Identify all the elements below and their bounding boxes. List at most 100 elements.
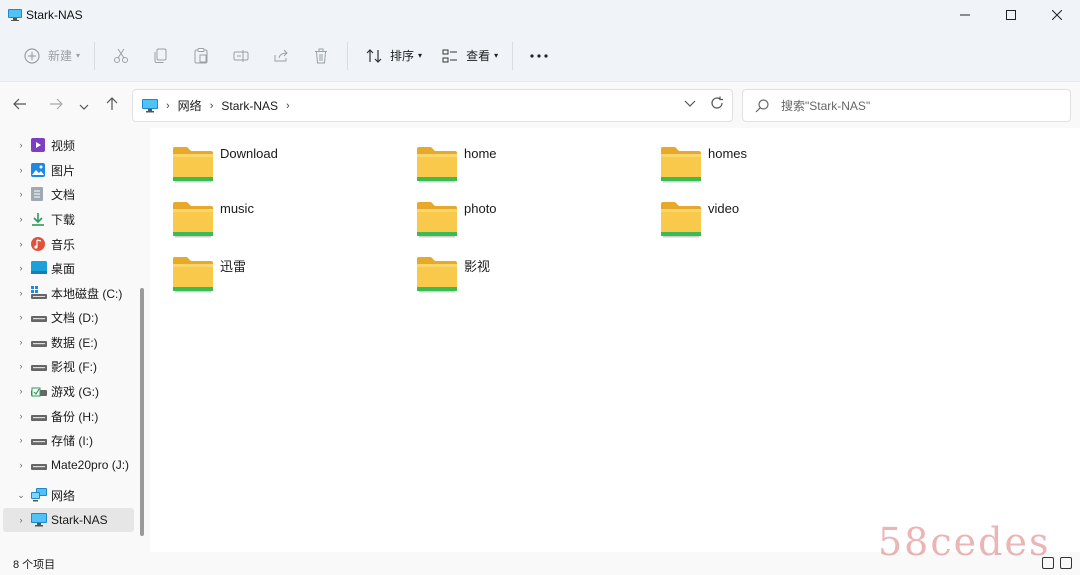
drive-icon: [31, 335, 47, 349]
folder-item[interactable]: Download: [172, 145, 402, 185]
folder-name: music: [220, 201, 254, 216]
chevron-right-icon[interactable]: ›: [14, 386, 28, 396]
chevron-down-icon[interactable]: ⌄: [14, 490, 28, 501]
watermark: 58cedes: [878, 520, 1051, 564]
share-button[interactable]: [261, 40, 301, 72]
chevron-right-icon[interactable]: ›: [14, 515, 28, 525]
minimize-button[interactable]: [942, 0, 988, 30]
chevron-right-icon[interactable]: ›: [14, 189, 28, 199]
sidebar-item-drive-d[interactable]: › 文档 (D:): [0, 305, 135, 329]
rename-icon: [229, 44, 253, 68]
delete-button[interactable]: [301, 40, 341, 72]
drive-icon: [31, 433, 47, 447]
computer-icon: [8, 9, 22, 21]
large-icons-view-button[interactable]: [1060, 557, 1072, 569]
shared-folder-icon: [172, 200, 214, 238]
sort-icon: [362, 44, 386, 68]
sidebar-item-drive-c[interactable]: › 本地磁盘 (C:): [0, 281, 135, 305]
shared-folder-icon: [172, 255, 214, 293]
game-drive-icon: [31, 384, 47, 398]
address-history-button[interactable]: [684, 96, 696, 113]
back-button[interactable]: [9, 94, 31, 116]
folder-name: homes: [708, 146, 748, 161]
sidebar-item-label: 图片: [51, 163, 76, 178]
chevron-right-icon[interactable]: ›: [14, 361, 28, 371]
folder-item[interactable]: home: [416, 145, 646, 185]
sidebar-item-pictures[interactable]: › 图片: [0, 158, 135, 182]
view-list-icon: [438, 44, 462, 68]
share-icon: [269, 44, 293, 68]
copy-button[interactable]: [141, 40, 181, 72]
sidebar-item-label: 桌面: [51, 261, 76, 276]
shared-folder-icon: [660, 145, 702, 183]
close-button[interactable]: [1034, 0, 1080, 30]
chevron-right-icon[interactable]: ›: [14, 411, 28, 421]
pictures-icon: [31, 163, 47, 177]
chevron-down-icon: ▾: [76, 51, 81, 60]
sidebar-item-documents[interactable]: › 文档: [0, 182, 135, 206]
desktop-icon: [31, 261, 47, 275]
chevron-right-icon[interactable]: ›: [14, 263, 28, 273]
chevron-right-icon[interactable]: ›: [14, 312, 28, 322]
sidebar-item-music[interactable]: › 音乐: [0, 232, 135, 256]
sidebar-item-downloads[interactable]: › 下载: [0, 207, 135, 231]
sidebar-scrollbar[interactable]: [140, 288, 144, 536]
sidebar-item-drive-e[interactable]: › 数据 (E:): [0, 330, 135, 354]
recent-locations-button[interactable]: [73, 94, 95, 116]
system-drive-icon: [31, 286, 47, 300]
sidebar-item-drive-i[interactable]: › 存储 (I:): [0, 428, 135, 452]
separator: [347, 41, 349, 70]
sidebar-item-drive-g[interactable]: › 游戏 (G:): [0, 379, 135, 403]
refresh-button[interactable]: [710, 96, 724, 113]
chevron-right-icon[interactable]: ›: [14, 288, 28, 298]
breadcrumb-network[interactable]: 网络: [178, 97, 202, 114]
sidebar-item-drive-f[interactable]: › 影视 (F:): [0, 354, 135, 378]
folder-item[interactable]: music: [172, 200, 402, 240]
folder-name: 迅雷: [220, 259, 247, 274]
rename-button[interactable]: [221, 40, 261, 72]
new-button[interactable]: 新建 ▾: [12, 40, 88, 72]
sidebar-item-drive-h[interactable]: › 备份 (H:): [0, 404, 135, 428]
folder-item[interactable]: video: [660, 200, 890, 240]
paste-button[interactable]: [181, 40, 221, 72]
sidebar-item-label: 存储 (I:): [51, 433, 93, 448]
sidebar-item-label: 视频: [51, 138, 76, 153]
chevron-right-icon[interactable]: ›: [14, 214, 28, 224]
chevron-right-icon[interactable]: ›: [286, 100, 290, 112]
sidebar-item-label: 游戏 (G:): [51, 384, 99, 399]
breadcrumb-stark-nas[interactable]: Stark-NAS: [221, 99, 278, 113]
chevron-right-icon[interactable]: ›: [14, 165, 28, 175]
sidebar-item-network[interactable]: ⌄ 网络: [0, 483, 135, 507]
folder-item[interactable]: homes: [660, 145, 890, 185]
view-label: 查看: [466, 49, 491, 63]
address-bar[interactable]: › 网络 › Stark-NAS ›: [132, 89, 733, 122]
search-box[interactable]: 搜索"Stark-NAS": [742, 89, 1071, 122]
network-icon: [31, 488, 47, 502]
up-button[interactable]: [101, 94, 123, 116]
folder-item[interactable]: 影视: [416, 255, 646, 295]
chevron-right-icon[interactable]: ›: [14, 435, 28, 445]
chevron-right-icon[interactable]: ›: [14, 140, 28, 150]
chevron-right-icon[interactable]: ›: [14, 239, 28, 249]
sidebar-item-videos[interactable]: › 视频: [0, 133, 135, 157]
sort-button[interactable]: 排序 ▾: [354, 40, 430, 72]
cut-button[interactable]: [101, 40, 141, 72]
sidebar-item-label: 网络: [51, 488, 76, 503]
folder-name: home: [464, 146, 497, 161]
folder-item[interactable]: photo: [416, 200, 646, 240]
maximize-button[interactable]: [988, 0, 1034, 30]
chevron-right-icon[interactable]: ›: [14, 337, 28, 347]
view-button[interactable]: 查看 ▾: [430, 40, 506, 72]
refresh-icon: [710, 96, 724, 113]
more-options-button[interactable]: [519, 40, 559, 72]
sidebar-item-stark-nas[interactable]: › Stark-NAS: [3, 508, 134, 532]
sidebar-item-drive-j[interactable]: › Mate20pro (J:): [0, 453, 135, 477]
shared-folder-icon: [172, 145, 214, 183]
sidebar-item-label: 备份 (H:): [51, 409, 99, 424]
chevron-right-icon[interactable]: ›: [14, 460, 28, 470]
sidebar-item-desktop[interactable]: › 桌面: [0, 256, 135, 280]
copy-icon: [149, 44, 173, 68]
folder-item[interactable]: 迅雷: [172, 255, 402, 295]
forward-button[interactable]: [45, 94, 67, 116]
separator: [94, 41, 96, 70]
